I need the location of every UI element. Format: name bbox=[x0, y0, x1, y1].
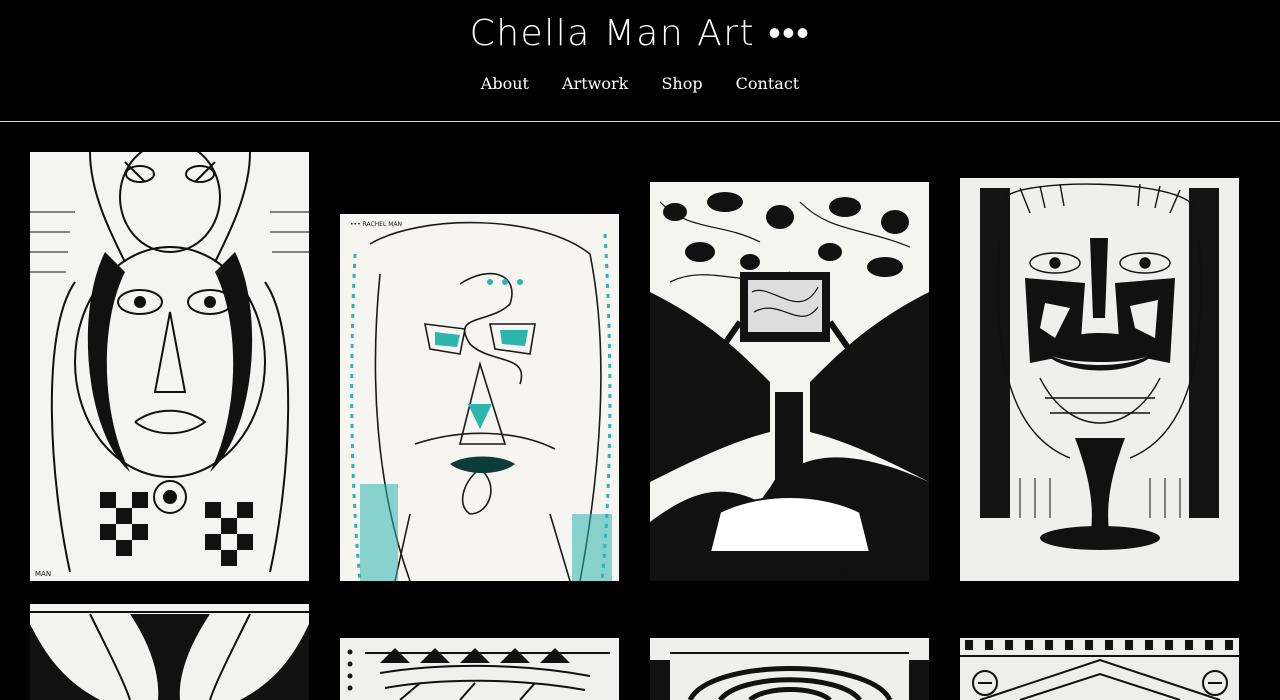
artwork-tile-2[interactable]: ••• RACHEL MAN bbox=[340, 214, 619, 581]
artwork-image bbox=[960, 178, 1239, 581]
artwork-tile-3[interactable]: ••• RACHEL MAN bbox=[650, 182, 929, 581]
artwork-tile-6[interactable] bbox=[340, 638, 619, 700]
artwork-image bbox=[340, 638, 619, 700]
artwork-tile-8[interactable] bbox=[960, 638, 1239, 700]
main-nav: About Artwork Shop Contact bbox=[0, 72, 1280, 96]
artwork-image: MAN bbox=[30, 152, 309, 581]
header-divider bbox=[0, 121, 1280, 122]
nav-artwork[interactable]: Artwork bbox=[562, 72, 628, 96]
artwork-tile-4[interactable] bbox=[960, 178, 1239, 581]
nav-shop[interactable]: Shop bbox=[661, 72, 702, 96]
artwork-signature: MAN bbox=[35, 570, 51, 578]
artwork-image bbox=[650, 638, 929, 700]
artwork-tile-7[interactable] bbox=[650, 638, 929, 700]
site-header: Chella Man Art ••• About Artwork Shop Co… bbox=[0, 0, 1280, 122]
artwork-tile-5[interactable] bbox=[30, 604, 309, 700]
artwork-image bbox=[960, 638, 1239, 700]
nav-about[interactable]: About bbox=[481, 72, 529, 96]
artwork-signature: ••• RACHEL MAN bbox=[350, 221, 402, 228]
artwork-signature: ••• RACHEL MAN bbox=[810, 570, 871, 578]
artwork-image: ••• RACHEL MAN bbox=[650, 182, 929, 581]
artwork-image bbox=[30, 604, 309, 700]
artwork-image: ••• RACHEL MAN bbox=[340, 214, 619, 581]
nav-contact[interactable]: Contact bbox=[736, 72, 800, 96]
site-title[interactable]: Chella Man Art ••• bbox=[0, 12, 1280, 56]
artwork-tile-1[interactable]: MAN bbox=[30, 152, 309, 581]
